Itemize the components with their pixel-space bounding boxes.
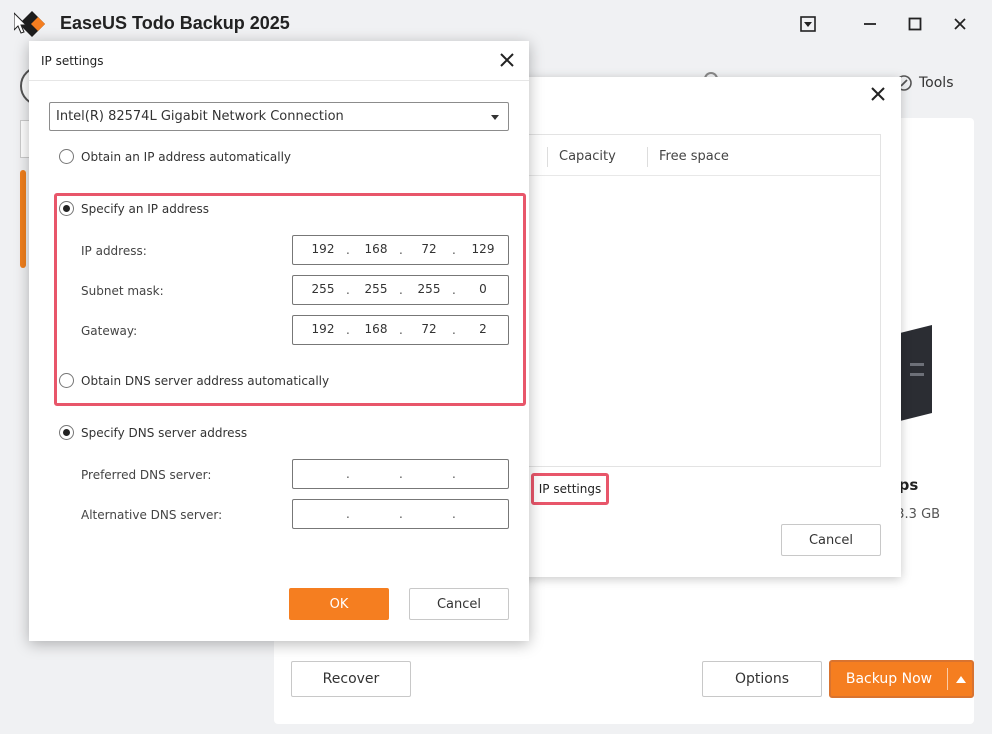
octet-dot: . xyxy=(399,323,403,337)
gateway-octet-1[interactable]: 192 xyxy=(303,322,343,336)
octet-dot: . xyxy=(452,243,456,257)
ip-octet-3[interactable]: 72 xyxy=(409,242,449,256)
subnet-octet-4[interactable]: 0 xyxy=(463,282,503,296)
network-adapter-select[interactable]: Intel(R) 82574L Gigabit Network Connecti… xyxy=(49,102,509,131)
octet-dot: . xyxy=(346,243,350,257)
minimize-button[interactable] xyxy=(858,12,882,36)
maximize-button[interactable] xyxy=(903,12,927,36)
octet-dot: . xyxy=(452,467,456,481)
specify-ip-option[interactable]: Specify an IP address xyxy=(59,201,209,216)
maximize-icon xyxy=(908,17,922,31)
close-icon xyxy=(871,87,885,101)
gateway-octet-2[interactable]: 168 xyxy=(356,322,396,336)
column-divider xyxy=(647,147,648,167)
octet-dot: . xyxy=(452,283,456,297)
octet-dot: . xyxy=(346,323,350,337)
ip-octet-4[interactable]: 129 xyxy=(463,242,503,256)
network-adapter-value: Intel(R) 82574L Gigabit Network Connecti… xyxy=(56,109,344,124)
octet-dot: . xyxy=(399,467,403,481)
specify-dns-label: Specify DNS server address xyxy=(81,425,248,440)
dialog-title: IP settings xyxy=(41,54,104,68)
dialog-close-button[interactable] xyxy=(871,87,889,105)
subnet-octet-1[interactable]: 255 xyxy=(303,282,343,296)
octet-dot: . xyxy=(452,507,456,521)
ip-dialog-close-button[interactable] xyxy=(500,53,516,69)
table-header: Capacity Free space xyxy=(501,135,880,176)
alternative-dns-field[interactable]: . . . xyxy=(292,499,509,529)
cancel-button[interactable]: Cancel xyxy=(781,524,881,556)
ip-cancel-button[interactable]: Cancel xyxy=(409,588,509,620)
sidebar-active-indicator xyxy=(20,170,26,268)
subnet-octet-2[interactable]: 255 xyxy=(356,282,396,296)
close-icon xyxy=(500,53,514,67)
backup-now-label: Backup Now xyxy=(845,671,933,687)
obtain-dns-auto-option[interactable]: Obtain DNS server address automatically xyxy=(59,373,329,388)
subnet-mask-field[interactable]: 255 . 255 . 255 . 0 xyxy=(292,275,509,305)
specify-dns-option[interactable]: Specify DNS server address xyxy=(59,425,247,440)
ip-settings-button[interactable]: IP settings xyxy=(531,473,609,505)
disk-selection-dialog: Capacity Free space IP settings Cancel xyxy=(480,77,901,577)
preferred-dns-field[interactable]: . . . xyxy=(292,459,509,489)
octet-dot: . xyxy=(346,283,350,297)
chevron-down-icon xyxy=(491,115,499,120)
octet-dot: . xyxy=(346,507,350,521)
octet-dot: . xyxy=(399,243,403,257)
ip-settings-dialog: IP settings Intel(R) 82574L Gigabit Netw… xyxy=(29,41,529,641)
ok-button[interactable]: OK xyxy=(289,588,389,620)
ip-octet-1[interactable]: 192 xyxy=(303,242,343,256)
octet-dot: . xyxy=(399,283,403,297)
ip-octet-2[interactable]: 168 xyxy=(356,242,396,256)
gateway-field[interactable]: 192 . 168 . 72 . 2 xyxy=(292,315,509,345)
column-capacity[interactable]: Capacity xyxy=(559,149,616,164)
close-icon xyxy=(954,18,966,30)
obtain-ip-auto-option[interactable]: Obtain an IP address automatically xyxy=(59,149,291,164)
tools-menu[interactable]: Tools xyxy=(895,74,954,92)
column-divider xyxy=(547,147,548,167)
specify-ip-label: Specify an IP address xyxy=(81,201,209,216)
close-window-button[interactable] xyxy=(948,12,972,36)
specify-ip-radio[interactable] xyxy=(59,201,74,216)
subnet-mask-label: Subnet mask: xyxy=(81,284,164,298)
ip-address-field[interactable]: 192 . 168 . 72 . 129 xyxy=(292,235,509,265)
specify-dns-radio[interactable] xyxy=(59,425,74,440)
disk-table: Capacity Free space xyxy=(500,134,881,467)
options-button[interactable]: Options xyxy=(702,661,822,697)
obtain-ip-auto-radio[interactable] xyxy=(59,149,74,164)
preferred-dns-label: Preferred DNS server: xyxy=(81,468,212,482)
app-title: EaseUS Todo Backup 2025 xyxy=(60,13,290,33)
subnet-octet-3[interactable]: 255 xyxy=(409,282,449,296)
title-divider xyxy=(29,80,529,81)
minimize-icon xyxy=(864,23,876,25)
octet-dot: . xyxy=(399,507,403,521)
caret-up-icon xyxy=(956,675,966,683)
recover-button[interactable]: Recover xyxy=(291,661,411,697)
dropdown-box-icon xyxy=(800,16,816,32)
alternative-dns-label: Alternative DNS server: xyxy=(81,508,223,522)
obtain-dns-auto-label: Obtain DNS server address automatically xyxy=(81,373,330,388)
tools-label: Tools xyxy=(919,75,954,91)
obtain-dns-auto-radio[interactable] xyxy=(59,373,74,388)
gateway-label: Gateway: xyxy=(81,324,138,338)
gateway-octet-3[interactable]: 72 xyxy=(409,322,449,336)
backup-now-button[interactable]: Backup Now xyxy=(829,660,974,698)
column-free-space[interactable]: Free space xyxy=(659,149,729,164)
dropdown-menu-button[interactable] xyxy=(796,12,820,36)
backup-options-arrow[interactable] xyxy=(949,662,973,696)
octet-dot: . xyxy=(452,323,456,337)
obtain-ip-auto-label: Obtain an IP address automatically xyxy=(81,149,292,164)
gateway-octet-4[interactable]: 2 xyxy=(463,322,503,336)
ip-address-label: IP address: xyxy=(81,244,147,258)
octet-dot: . xyxy=(346,467,350,481)
app-logo-icon xyxy=(14,11,45,37)
backup-split-divider xyxy=(947,668,948,690)
